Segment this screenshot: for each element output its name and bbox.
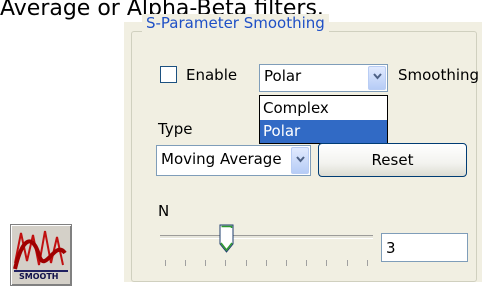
mode-option-complex[interactable]: Complex: [260, 97, 387, 120]
slider-tick: [165, 260, 166, 266]
n-slider-thumb[interactable]: [219, 224, 234, 254]
type-select[interactable]: Moving Average: [156, 145, 311, 176]
enable-checkbox[interactable]: [160, 66, 177, 83]
mode-select-value: Polar: [264, 67, 302, 85]
smooth-caption: SMOOTH: [19, 272, 59, 281]
chevron-down-icon: [373, 73, 382, 80]
slider-tick: [347, 260, 348, 266]
slider-tick: [367, 260, 368, 266]
smoothing-label: Smoothing: [398, 66, 480, 84]
slider-tick: [286, 260, 287, 266]
n-value-input[interactable]: [381, 233, 468, 262]
mode-option-polar[interactable]: Polar: [260, 120, 387, 143]
n-slider-track[interactable]: [160, 235, 373, 239]
slider-tick: [205, 260, 206, 266]
mode-dropdown-button[interactable]: [368, 66, 386, 90]
mode-select[interactable]: Polar: [259, 64, 388, 92]
slider-tick: [326, 260, 327, 266]
group-title: S-Parameter Smoothing: [142, 14, 329, 32]
slider-tick: [246, 260, 247, 266]
slider-tick: [185, 260, 186, 266]
type-dropdown-button[interactable]: [291, 147, 309, 174]
enable-label: Enable: [186, 66, 238, 84]
slider-tick: [306, 260, 307, 266]
smooth-icon[interactable]: SMOOTH: [10, 224, 72, 286]
type-select-value: Moving Average: [161, 150, 282, 168]
slider-tick: [266, 260, 267, 266]
chevron-down-icon: [296, 156, 305, 163]
type-label: Type: [158, 120, 193, 138]
reset-button[interactable]: Reset: [318, 143, 467, 177]
mode-dropdown-list: Complex Polar: [259, 95, 388, 144]
slider-tick: [225, 260, 226, 266]
n-label: N: [158, 202, 170, 220]
